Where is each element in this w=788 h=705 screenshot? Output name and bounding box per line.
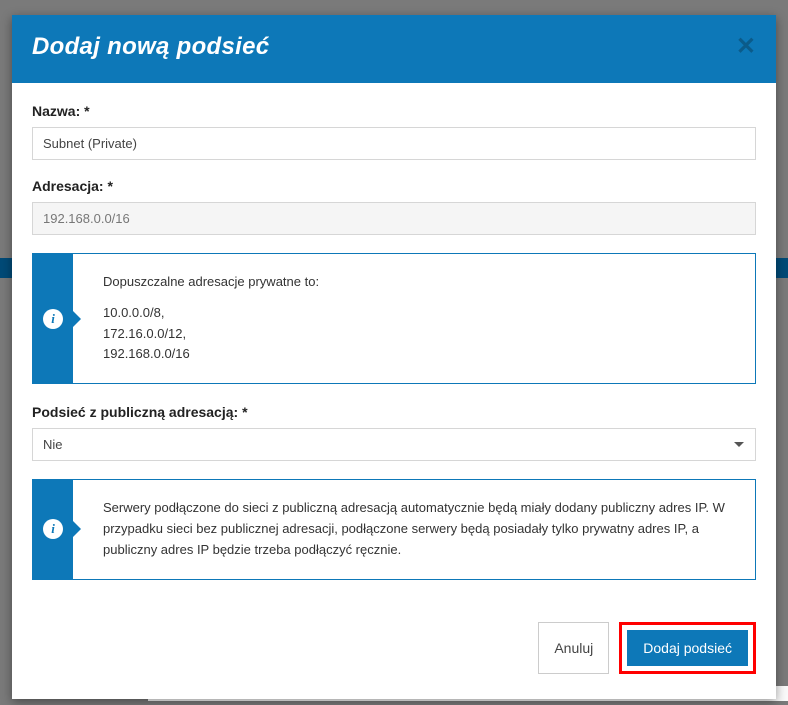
info-icon: i (43, 519, 63, 539)
info-public-content: Serwery podłączone do sieci z publiczną … (73, 480, 755, 578)
submit-button[interactable]: Dodaj podsieć (627, 630, 748, 666)
addressing-input[interactable] (32, 202, 756, 235)
name-label: Nazwa: * (32, 103, 756, 119)
info-addr-intro: Dopuszczalne adresacje prywatne to: (103, 272, 733, 293)
addressing-label: Adresacja: * (32, 178, 756, 194)
info-addr-list: 10.0.0.0/8, 172.16.0.0/12, 192.168.0.0/1… (103, 303, 733, 365)
info-public-text: Serwery podłączone do sieci z publiczną … (103, 498, 733, 560)
submit-highlight: Dodaj podsieć (619, 622, 756, 674)
modal-header: Dodaj nową podsieć ✕ (12, 15, 776, 83)
modal-title: Dodaj nową podsieć (32, 33, 269, 61)
info-tab: i (33, 254, 73, 383)
info-public-block: i Serwery podłączone do sieci z publiczn… (32, 479, 756, 579)
cancel-button[interactable]: Anuluj (538, 622, 609, 674)
info-tab: i (33, 480, 73, 578)
close-icon[interactable]: ✕ (736, 35, 756, 59)
modal-footer: Anuluj Dodaj podsieć (12, 610, 776, 699)
info-icon: i (43, 309, 63, 329)
info-addressing-content: Dopuszczalne adresacje prywatne to: 10.0… (73, 254, 755, 383)
modal-body: Nazwa: * Adresacja: * i Dopuszczalne adr… (12, 83, 776, 610)
public-label: Podsieć z publiczną adresacją: * (32, 404, 756, 420)
add-subnet-modal: Dodaj nową podsieć ✕ Nazwa: * Adresacja:… (12, 15, 776, 699)
public-select[interactable]: Nie (32, 428, 756, 461)
info-addressing-block: i Dopuszczalne adresacje prywatne to: 10… (32, 253, 756, 384)
name-input[interactable] (32, 127, 756, 160)
